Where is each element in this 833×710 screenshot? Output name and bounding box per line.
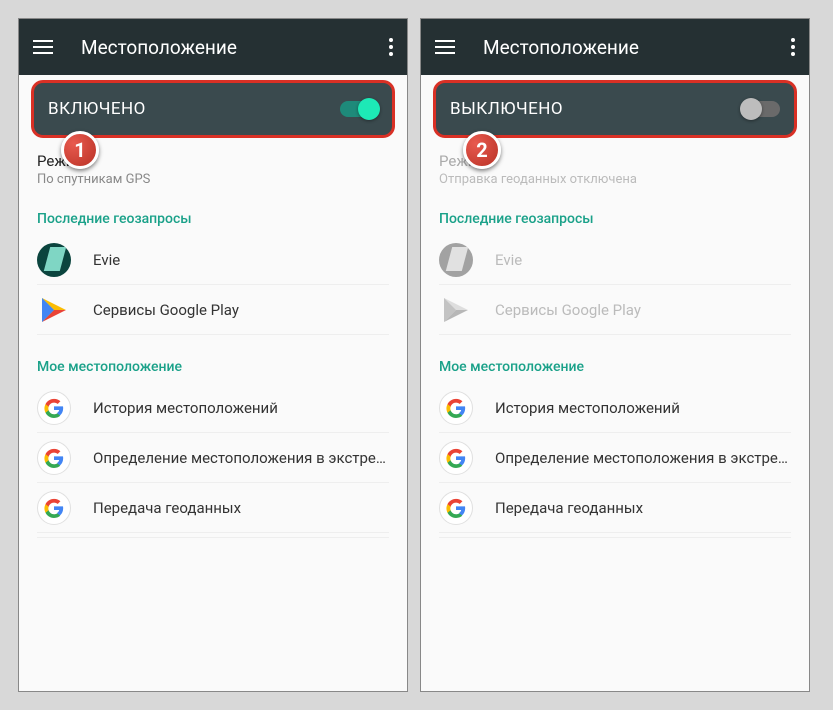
location-header: Мое местоположение bbox=[439, 359, 791, 375]
toolbar: Местоположение bbox=[19, 19, 407, 75]
recent-item-play: Сервисы Google Play bbox=[439, 285, 791, 335]
page-title: Местоположение bbox=[81, 36, 389, 59]
content: Режим Отправка геоданных отключена После… bbox=[421, 138, 809, 538]
toolbar: Местоположение bbox=[421, 19, 809, 75]
toggle-switch[interactable] bbox=[742, 101, 780, 117]
item-label: Evie bbox=[93, 251, 120, 269]
toggle-label: ВЫКЛЮЧЕНО bbox=[450, 99, 742, 119]
screen-2: Местоположение ВЫКЛЮЧЕНО 2 Режим Отправк… bbox=[420, 18, 810, 692]
item-label: Сервисы Google Play bbox=[495, 301, 641, 319]
item-label: Передача геоданных bbox=[93, 499, 241, 517]
recent-item-evie: Evie bbox=[439, 235, 791, 285]
menu-icon[interactable] bbox=[33, 36, 53, 58]
toggle-label: ВКЛЮЧЕНО bbox=[48, 99, 340, 119]
screen-1: Местоположение ВКЛЮЧЕНО 1 Режим По спутн… bbox=[18, 18, 408, 692]
content: Режим По спутникам GPS Последние геозапр… bbox=[19, 138, 407, 538]
location-header: Мое местоположение bbox=[37, 359, 389, 375]
step-badge: 2 bbox=[463, 131, 501, 169]
mode-subtitle: Отправка геоданных отключена bbox=[439, 172, 791, 187]
menu-icon[interactable] bbox=[435, 36, 455, 58]
play-services-icon bbox=[37, 293, 71, 327]
item-label: История местоположений bbox=[495, 399, 680, 417]
item-label: Передача геоданных bbox=[495, 499, 643, 517]
divider bbox=[37, 537, 389, 538]
overflow-icon[interactable] bbox=[791, 35, 795, 59]
geodata-share-item[interactable]: Передача геоданных bbox=[37, 483, 389, 533]
google-icon bbox=[439, 441, 473, 475]
recent-header: Последние геозапросы bbox=[439, 211, 791, 227]
google-icon bbox=[37, 441, 71, 475]
location-history-item[interactable]: История местоположений bbox=[439, 383, 791, 433]
recent-item-evie[interactable]: Evie bbox=[37, 235, 389, 285]
toggle-switch[interactable] bbox=[340, 101, 378, 117]
evie-icon bbox=[37, 243, 71, 277]
location-history-item[interactable]: История местоположений bbox=[37, 383, 389, 433]
item-label: Определение местоположения в экстрен.. bbox=[93, 449, 389, 467]
item-label: Определение местоположения в экстрен.. bbox=[495, 449, 791, 467]
step-badge: 1 bbox=[61, 131, 99, 169]
google-icon bbox=[439, 391, 473, 425]
geodata-share-item[interactable]: Передача геоданных bbox=[439, 483, 791, 533]
google-icon bbox=[37, 491, 71, 525]
mode-subtitle: По спутникам GPS bbox=[37, 172, 389, 187]
emergency-location-item[interactable]: Определение местоположения в экстрен.. bbox=[439, 433, 791, 483]
emergency-location-item[interactable]: Определение местоположения в экстрен.. bbox=[37, 433, 389, 483]
divider bbox=[439, 537, 791, 538]
overflow-icon[interactable] bbox=[389, 35, 393, 59]
google-icon bbox=[37, 391, 71, 425]
play-services-icon bbox=[439, 293, 473, 327]
location-toggle-row[interactable]: ВКЛЮЧЕНО bbox=[31, 80, 395, 138]
recent-header: Последние геозапросы bbox=[37, 211, 389, 227]
item-label: История местоположений bbox=[93, 399, 278, 417]
recent-item-play[interactable]: Сервисы Google Play bbox=[37, 285, 389, 335]
item-label: Сервисы Google Play bbox=[93, 301, 239, 319]
evie-icon bbox=[439, 243, 473, 277]
page-title: Местоположение bbox=[483, 36, 791, 59]
item-label: Evie bbox=[495, 251, 522, 269]
google-icon bbox=[439, 491, 473, 525]
location-toggle-row[interactable]: ВЫКЛЮЧЕНО bbox=[433, 80, 797, 138]
